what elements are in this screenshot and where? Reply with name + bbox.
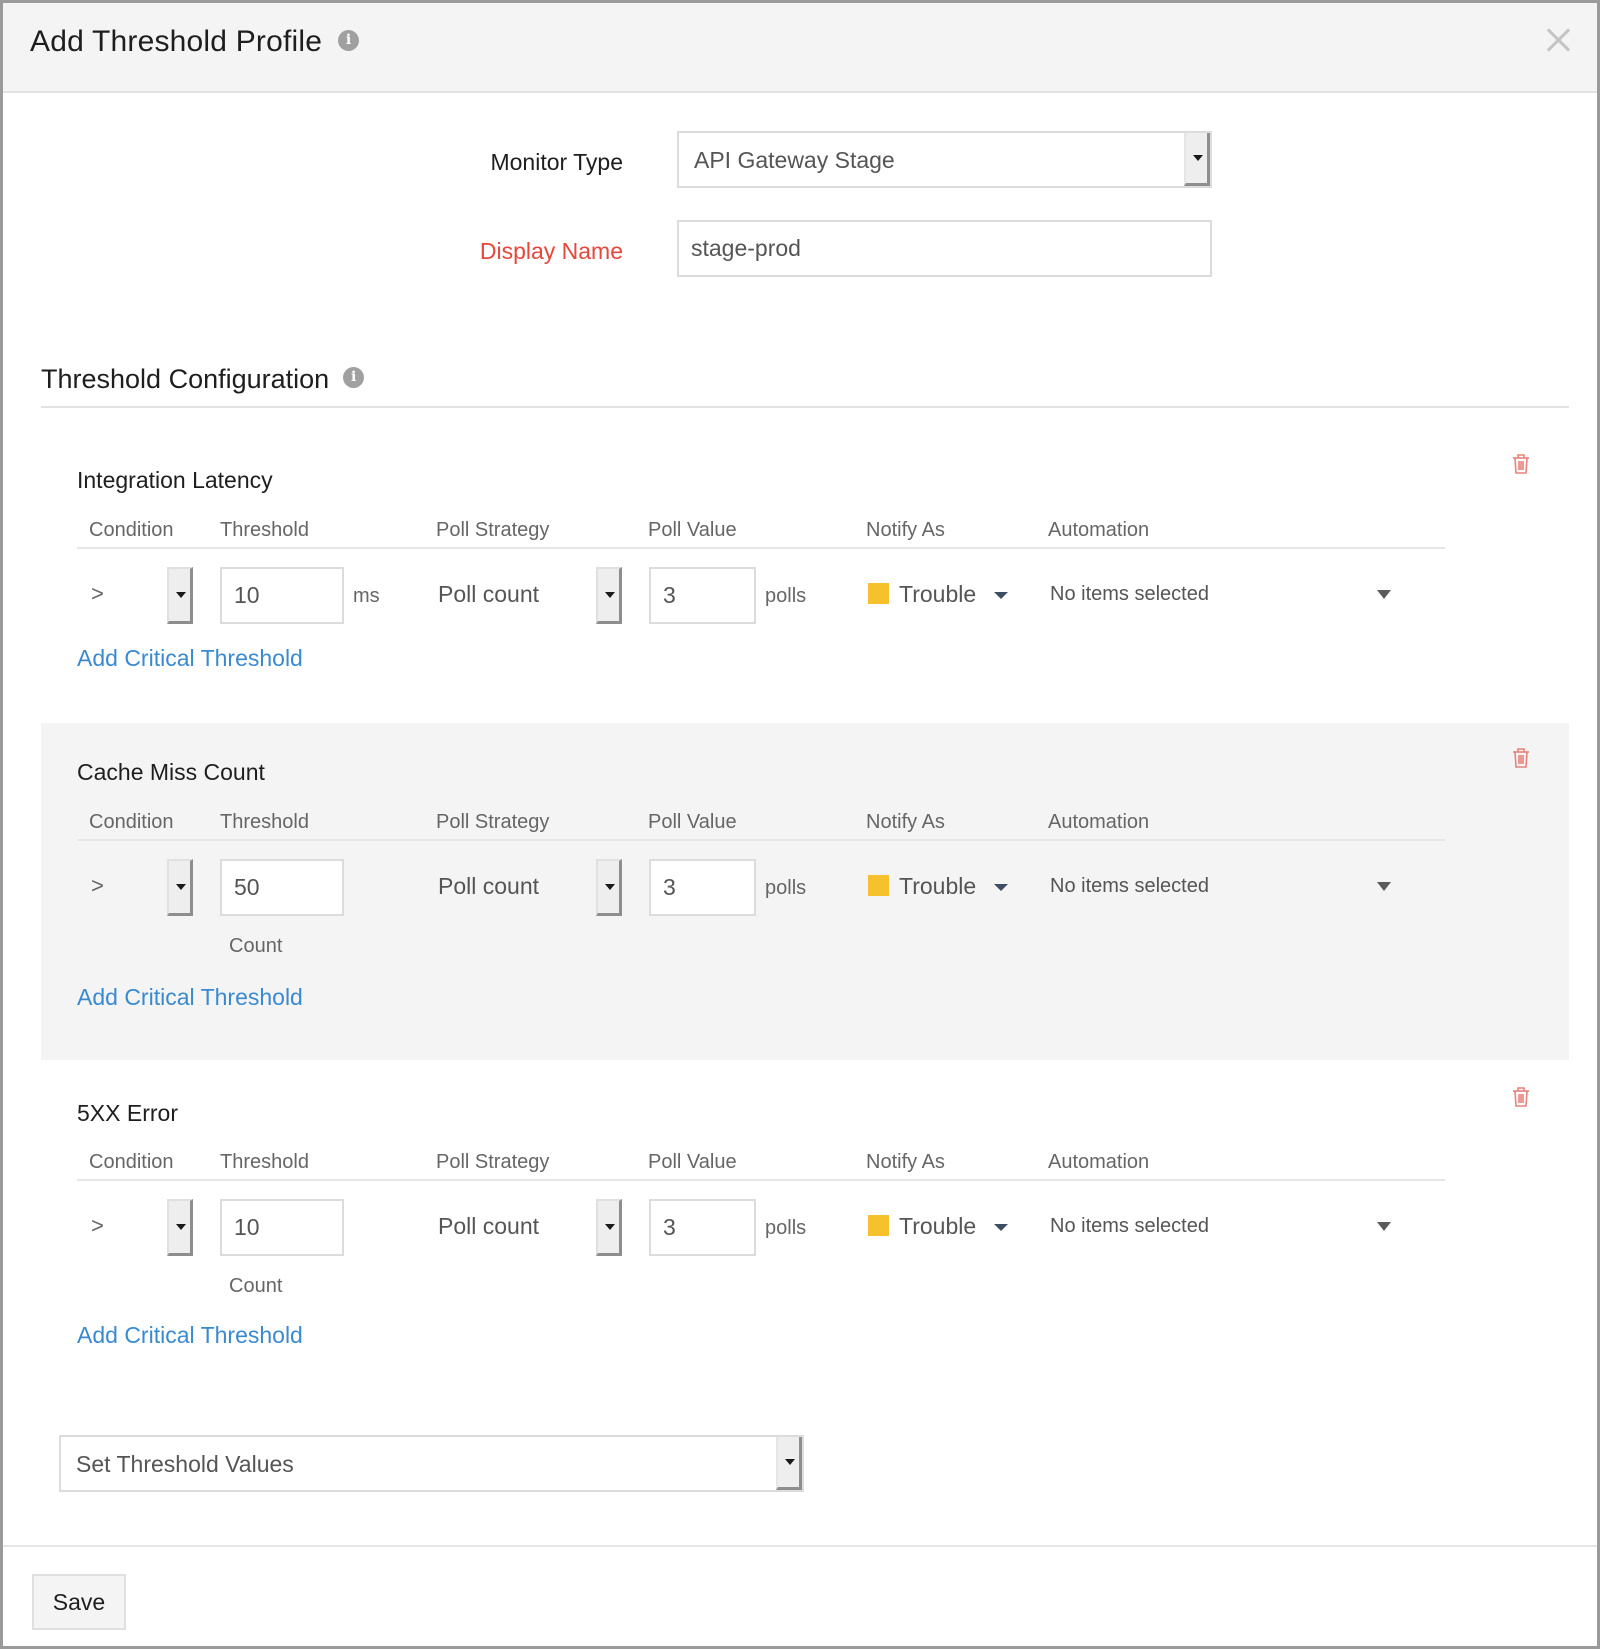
condition-dropdown[interactable] xyxy=(167,567,193,624)
add-critical-threshold-link[interactable]: Add Critical Threshold xyxy=(77,1322,303,1349)
col-head-notify-as: Notify As xyxy=(866,811,945,833)
caret-down-icon[interactable] xyxy=(1377,882,1391,891)
caret-down-icon xyxy=(994,592,1009,599)
add-critical-threshold-link[interactable]: Add Critical Threshold xyxy=(77,645,303,672)
monitor-type-label: Monitor Type xyxy=(490,149,623,175)
info-icon[interactable]: i xyxy=(343,367,365,389)
chevron-down-icon[interactable] xyxy=(776,1437,802,1490)
threshold-input[interactable] xyxy=(220,859,344,916)
condition-value: > xyxy=(91,873,104,898)
col-head-poll-value: Poll Value xyxy=(648,519,737,541)
caret-down-icon xyxy=(994,884,1009,891)
trash-icon[interactable] xyxy=(1511,1086,1531,1108)
monitor-type-value: API Gateway Stage xyxy=(694,147,895,173)
col-head-automation: Automation xyxy=(1048,1151,1150,1173)
header-divider xyxy=(77,839,1445,841)
col-head-poll-value: Poll Value xyxy=(648,1151,737,1173)
condition-value: > xyxy=(91,1213,104,1238)
notify-as-value: Trouble xyxy=(899,873,977,899)
col-head-notify-as: Notify As xyxy=(866,519,945,541)
poll-value-input[interactable] xyxy=(649,859,756,916)
col-head-threshold: Threshold xyxy=(220,519,309,541)
col-head-threshold: Threshold xyxy=(220,1151,309,1173)
display-name-input[interactable] xyxy=(677,220,1212,277)
threshold-input[interactable] xyxy=(220,1199,344,1256)
header-divider xyxy=(77,1179,1445,1181)
chevron-down-icon[interactable] xyxy=(1184,133,1210,186)
metric-name: 5XX Error xyxy=(77,1100,178,1126)
header-divider xyxy=(77,547,1445,549)
col-head-threshold: Threshold xyxy=(220,811,309,833)
threshold-unit: Count xyxy=(229,1275,283,1297)
dialog-title: Add Threshold Profile i xyxy=(30,25,360,59)
set-threshold-values-placeholder: Set Threshold Values xyxy=(76,1451,294,1477)
poll-unit: polls xyxy=(765,1217,807,1239)
automation-dropdown[interactable]: No items selected xyxy=(1050,875,1209,898)
metric-block-cache-miss-count: Cache Miss Count Condition Threshold Pol… xyxy=(41,723,1569,1060)
col-head-automation: Automation xyxy=(1048,811,1150,833)
threshold-unit: Count xyxy=(229,935,283,957)
condition-value: > xyxy=(91,581,104,606)
dialog-header: Add Threshold Profile i xyxy=(3,3,1597,93)
status-color-swatch xyxy=(868,875,889,896)
display-name-label: Display Name xyxy=(479,238,623,264)
save-button[interactable]: Save xyxy=(32,1574,126,1630)
status-color-swatch xyxy=(868,583,889,604)
footer-divider xyxy=(3,1545,1597,1547)
set-threshold-values-select[interactable]: Set Threshold Values xyxy=(59,1435,804,1492)
section-title-text: Threshold Configuration xyxy=(41,364,330,394)
col-head-poll-value: Poll Value xyxy=(648,811,737,833)
col-head-poll-strategy: Poll Strategy xyxy=(436,519,550,541)
poll-strategy-value: Poll count xyxy=(438,1213,540,1239)
status-color-swatch xyxy=(868,1215,889,1236)
caret-down-icon[interactable] xyxy=(1377,590,1391,599)
poll-value-input[interactable] xyxy=(649,1199,756,1256)
notify-as-dropdown[interactable]: Trouble xyxy=(868,873,1009,900)
poll-strategy-dropdown[interactable] xyxy=(596,1199,622,1256)
col-head-condition: Condition xyxy=(89,519,174,541)
col-head-automation: Automation xyxy=(1048,519,1150,541)
notify-as-value: Trouble xyxy=(899,1213,977,1239)
info-icon[interactable]: i xyxy=(338,29,360,51)
trash-icon[interactable] xyxy=(1511,453,1531,475)
caret-down-icon[interactable] xyxy=(1377,1222,1391,1231)
metric-block-integration-latency: Integration Latency Condition Threshold … xyxy=(41,433,1569,723)
condition-dropdown[interactable] xyxy=(167,1199,193,1256)
metric-name: Integration Latency xyxy=(77,467,273,493)
poll-unit: polls xyxy=(765,585,807,607)
poll-strategy-dropdown[interactable] xyxy=(596,567,622,624)
trash-icon[interactable] xyxy=(1511,747,1531,769)
automation-dropdown[interactable]: No items selected xyxy=(1050,1215,1209,1238)
poll-strategy-dropdown[interactable] xyxy=(596,859,622,916)
threshold-input[interactable] xyxy=(220,567,344,624)
notify-as-dropdown[interactable]: Trouble xyxy=(868,1213,1009,1240)
caret-down-icon xyxy=(994,1224,1009,1231)
col-head-poll-strategy: Poll Strategy xyxy=(436,811,550,833)
metric-name: Cache Miss Count xyxy=(77,759,265,785)
add-threshold-profile-dialog: Add Threshold Profile i Monitor Type API … xyxy=(0,0,1600,1649)
col-head-condition: Condition xyxy=(89,811,174,833)
poll-value-input[interactable] xyxy=(649,567,756,624)
threshold-unit: ms xyxy=(353,585,380,607)
add-critical-threshold-link[interactable]: Add Critical Threshold xyxy=(77,984,303,1011)
monitor-type-select[interactable]: API Gateway Stage xyxy=(677,131,1212,188)
notify-as-value: Trouble xyxy=(899,581,977,607)
automation-dropdown[interactable]: No items selected xyxy=(1050,583,1209,606)
col-head-condition: Condition xyxy=(89,1151,174,1173)
close-icon[interactable] xyxy=(1543,25,1573,55)
poll-strategy-value: Poll count xyxy=(438,581,540,607)
metric-block-5xx-error: 5XX Error Condition Threshold Poll Strat… xyxy=(41,1060,1569,1360)
condition-dropdown[interactable] xyxy=(167,859,193,916)
poll-strategy-value: Poll count xyxy=(438,873,540,899)
notify-as-dropdown[interactable]: Trouble xyxy=(868,581,1009,608)
section-divider xyxy=(41,406,1569,408)
dialog-title-text: Add Threshold Profile xyxy=(30,25,323,58)
threshold-configuration-title: Threshold Configuration i xyxy=(41,364,365,395)
col-head-poll-strategy: Poll Strategy xyxy=(436,1151,550,1173)
col-head-notify-as: Notify As xyxy=(866,1151,945,1173)
poll-unit: polls xyxy=(765,877,807,899)
